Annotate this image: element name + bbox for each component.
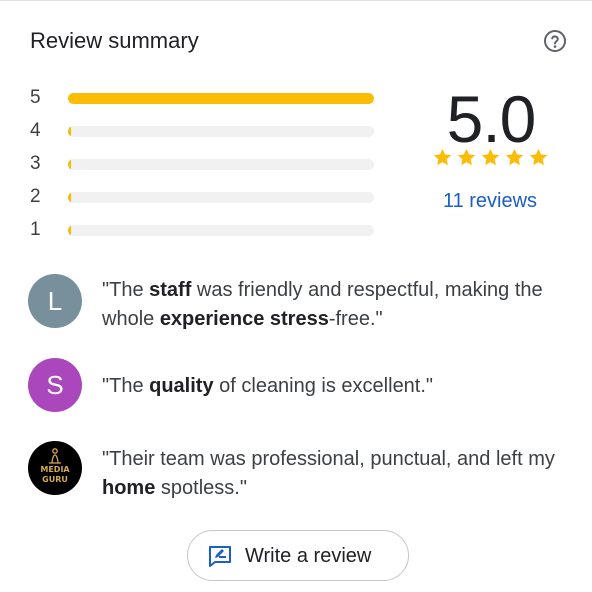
logo-line-2: GURU — [42, 475, 68, 484]
section-title: Review summary — [30, 28, 199, 53]
highlight-keyword: experience — [159, 308, 265, 330]
logo-line-1: MEDIA — [40, 465, 70, 474]
rating-bar-fill — [68, 192, 71, 203]
rating-bar-track — [68, 93, 374, 104]
highlight-keyword: stress — [269, 308, 329, 330]
top-divider — [0, 0, 592, 1]
star-icon — [481, 148, 500, 166]
avatar-letter: L — [47, 286, 63, 316]
rating-row-2[interactable]: 2 — [0, 186, 400, 219]
rating-bar-fill — [68, 126, 71, 137]
rating-label: 1 — [30, 219, 41, 240]
star-icon — [457, 148, 476, 166]
rating-row-5[interactable]: 5 — [0, 87, 400, 120]
write-review-button[interactable]: Write a review — [187, 530, 409, 581]
avatar: L — [28, 274, 82, 328]
rating-bar-fill — [68, 225, 71, 236]
reviews-count-link[interactable]: 11 reviews — [420, 188, 560, 214]
rating-bar-fill — [68, 93, 374, 104]
rating-bar-track — [68, 192, 374, 203]
snippet-text: "The quality of cleaning is excellent." — [102, 375, 434, 397]
rating-row-1[interactable]: 1 — [0, 219, 400, 252]
rating-label: 4 — [30, 120, 41, 141]
snippet-text: "Their team was professional, punctual, … — [102, 448, 555, 499]
write-review-label: Write a review — [245, 545, 372, 567]
rating-bar-track — [68, 126, 374, 137]
rating-label: 5 — [30, 87, 41, 108]
rate-review-icon — [209, 546, 231, 567]
rating-row-3[interactable]: 3 — [0, 153, 400, 186]
help-circle-icon[interactable] — [543, 29, 567, 53]
star-rating — [432, 147, 552, 169]
highlight-keyword: staff — [149, 279, 192, 301]
media-guru-logo: MEDIA GURU — [40, 448, 70, 484]
rating-label: 3 — [30, 153, 41, 174]
highlight-keyword: home — [102, 477, 156, 499]
rating-bar-fill — [68, 159, 71, 170]
star-icon — [433, 148, 452, 166]
rating-bar-track — [68, 225, 374, 236]
avatar: S — [28, 358, 82, 412]
rating-row-4[interactable]: 4 — [0, 120, 400, 153]
avatar-letter: S — [46, 370, 64, 400]
rating-label: 2 — [30, 186, 41, 207]
highlight-keyword: quality — [149, 375, 214, 397]
rating-bar-track — [68, 159, 374, 170]
snippet-text: "The staff was friendly and respectful, … — [102, 279, 543, 330]
business-logo-avatar: MEDIA GURU — [28, 441, 82, 495]
star-icon — [529, 148, 548, 166]
star-icon — [505, 148, 524, 166]
